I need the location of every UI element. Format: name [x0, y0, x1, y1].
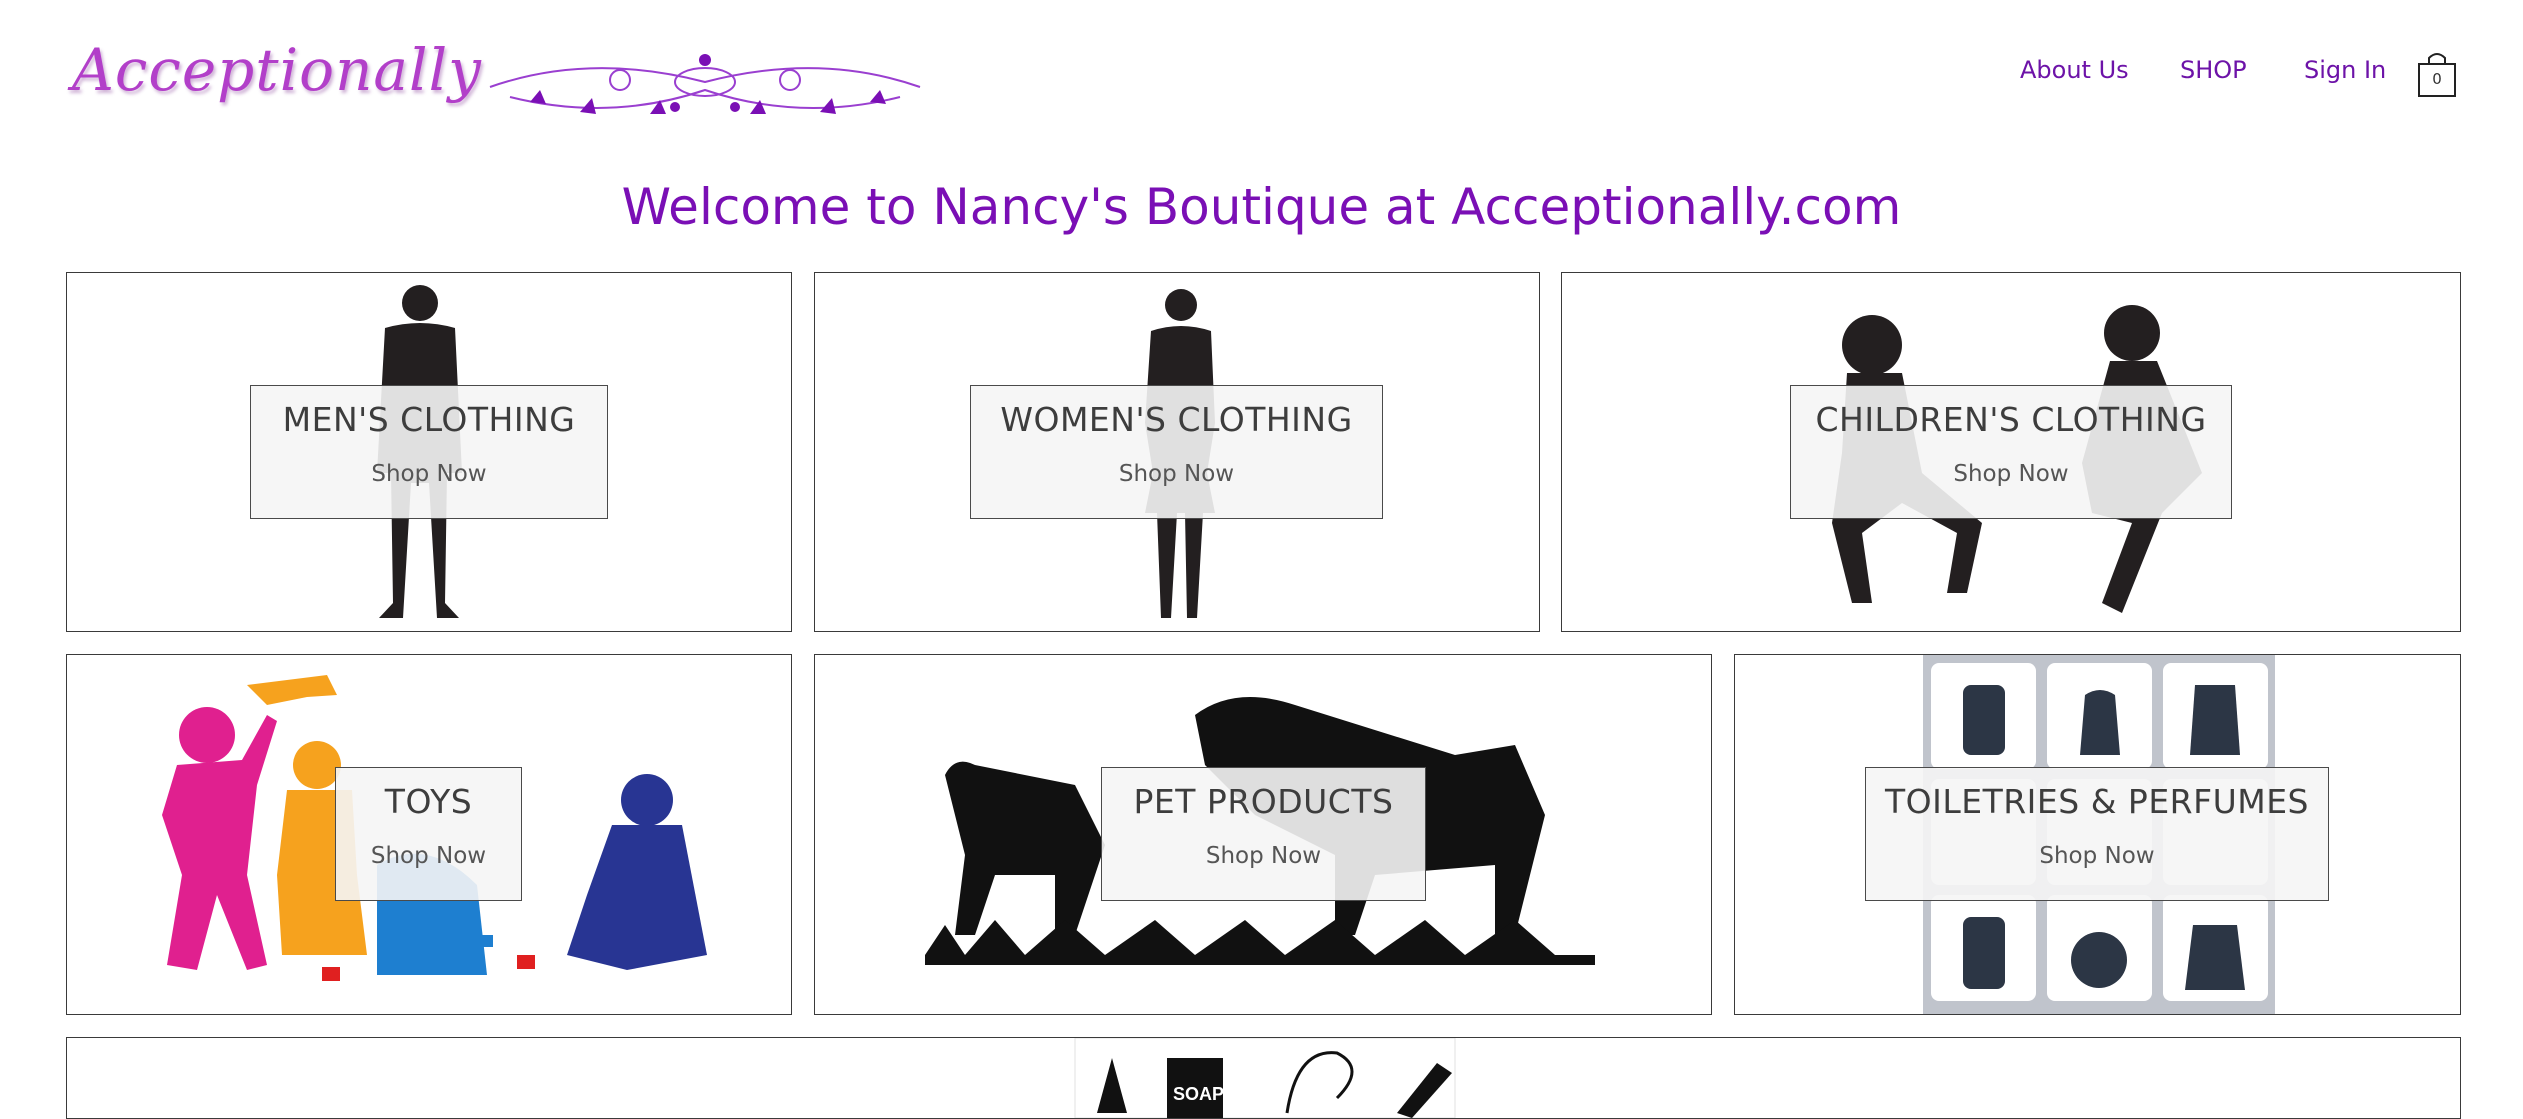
- cart-count: 0: [2432, 70, 2442, 88]
- decorative-flourish: [489, 54, 921, 114]
- category-tile-mens[interactable]: MEN'S CLOTHING Shop Now: [66, 272, 792, 632]
- shop-now-link[interactable]: Shop Now: [1791, 461, 2231, 487]
- nav-shop[interactable]: SHOP: [2180, 56, 2247, 84]
- category-title: WOMEN'S CLOTHING: [1000, 400, 1353, 439]
- shop-now-link[interactable]: Shop Now: [1102, 843, 1425, 869]
- welcome-heading: Welcome to Nancy's Boutique at Acception…: [621, 178, 1902, 236]
- category-tile-toiletries[interactable]: TOILETRIES & PERFUMES Shop Now: [1734, 654, 2461, 1015]
- nav-about-us[interactable]: About Us: [2020, 56, 2129, 84]
- category-label-box: MEN'S CLOTHING Shop Now: [250, 385, 608, 519]
- category-tile-childrens[interactable]: CHILDREN'S CLOTHING Shop Now: [1561, 272, 2461, 632]
- category-label-box: PET PRODUCTS Shop Now: [1101, 767, 1426, 901]
- category-title: TOYS: [384, 782, 473, 821]
- site-logo[interactable]: Acceptionally: [72, 36, 482, 104]
- shop-now-link[interactable]: Shop Now: [971, 461, 1382, 487]
- nav-sign-in[interactable]: Sign In: [2304, 56, 2386, 84]
- shop-now-link[interactable]: Shop Now: [336, 843, 521, 869]
- shop-now-link[interactable]: Shop Now: [251, 461, 607, 487]
- category-title: PET PRODUCTS: [1133, 782, 1394, 821]
- category-label-box: TOILETRIES & PERFUMES Shop Now: [1865, 767, 2329, 901]
- cart-button[interactable]: 0: [2417, 50, 2457, 98]
- soap-label: SOAP: [1173, 1084, 1224, 1104]
- category-title: TOILETRIES & PERFUMES: [1884, 782, 2309, 821]
- category-tile-pets[interactable]: PET PRODUCTS Shop Now: [814, 654, 1712, 1015]
- category-tile-womens[interactable]: WOMEN'S CLOTHING Shop Now: [814, 272, 1540, 632]
- category-label-box: CHILDREN'S CLOTHING Shop Now: [1790, 385, 2232, 519]
- category-title: CHILDREN'S CLOTHING: [1815, 400, 2207, 439]
- shop-now-link[interactable]: Shop Now: [1866, 843, 2328, 869]
- cleaning-supplies-image: SOAP: [1074, 1038, 1456, 1118]
- category-title: MEN'S CLOTHING: [282, 400, 576, 439]
- category-label-box: TOYS Shop Now: [335, 767, 522, 901]
- category-tile-toys[interactable]: TOYS Shop Now: [66, 654, 792, 1015]
- category-label-box: WOMEN'S CLOTHING Shop Now: [970, 385, 1383, 519]
